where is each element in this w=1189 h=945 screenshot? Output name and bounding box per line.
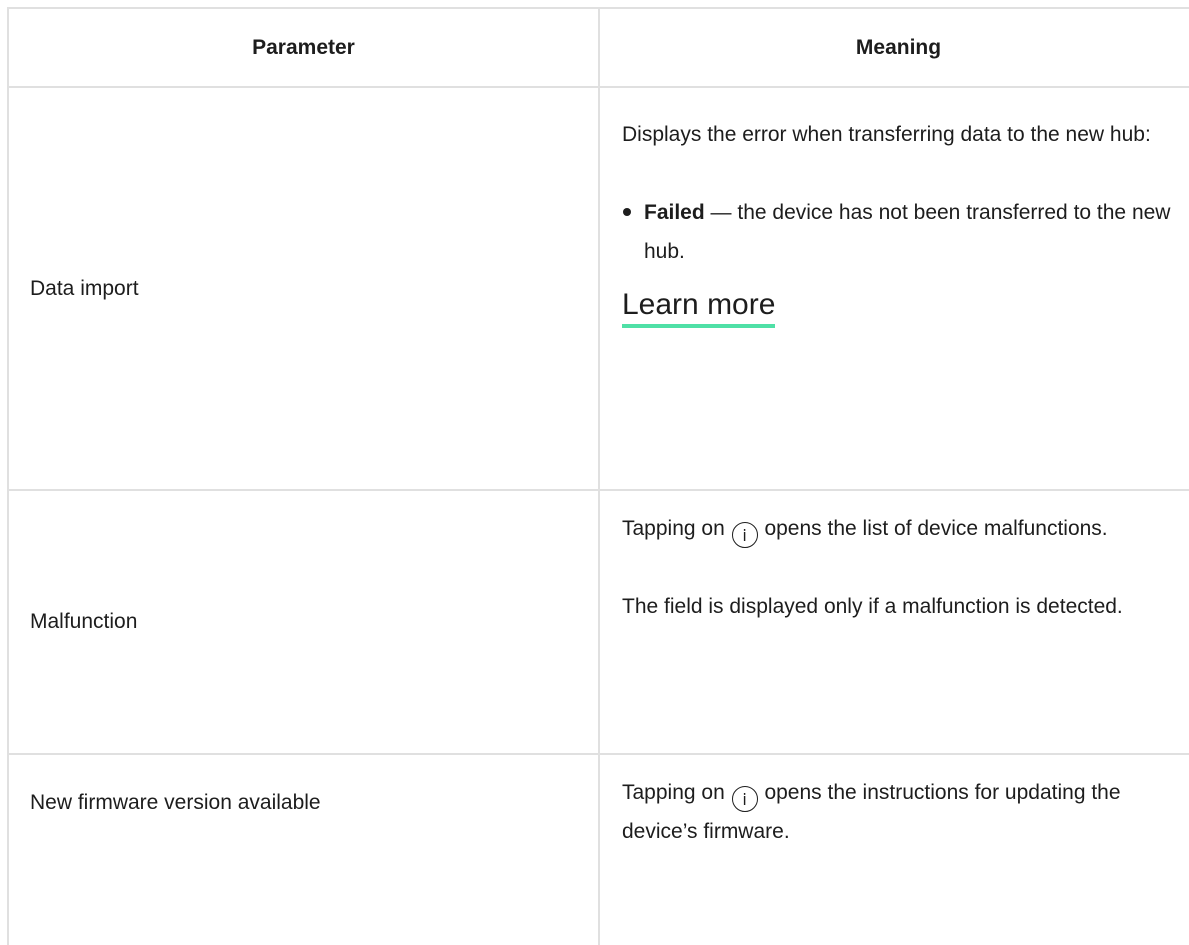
status-description: — the device has not been transferred to… [644, 201, 1171, 263]
header-meaning: Meaning [855, 36, 942, 59]
parameter-cell: Data import [7, 88, 600, 489]
table-row: New firmware version available Tapping o… [7, 755, 1189, 945]
meaning-cell: Tapping on i opens the list of device ma… [600, 491, 1189, 753]
parameter-cell: New firmware version available [7, 755, 600, 945]
status-label: Failed [644, 201, 705, 224]
meaning-note: The field is displayed only if a malfunc… [622, 595, 1123, 618]
info-icon: i [731, 786, 758, 812]
meaning-cell: Tapping on i opens the instructions for … [600, 755, 1189, 945]
table-row: Malfunction Tapping on i opens the list … [7, 491, 1189, 755]
header-parameter: Parameter [7, 9, 600, 86]
info-icon: i [731, 522, 758, 548]
parameters-table: Parameter Meaning Data import Displays t… [7, 7, 1189, 945]
table-header-row: Parameter Meaning [7, 7, 1189, 88]
meaning-text: Tapping on i opens the instructions for … [622, 781, 1121, 843]
meaning-text: Displays the error when transferring dat… [622, 123, 1151, 146]
meaning-cell: Displays the error when transferring dat… [600, 88, 1189, 489]
meaning-text: Tapping on i opens the list of device ma… [622, 509, 1189, 548]
list-item: Failed — the device has not been transfe… [622, 193, 1189, 271]
learn-more-link[interactable]: Learn more [622, 287, 776, 328]
table-row: Data import Displays the error when tran… [7, 88, 1189, 491]
status-list: Failed — the device has not been transfe… [622, 193, 1189, 271]
parameter-cell: Malfunction [7, 491, 600, 753]
